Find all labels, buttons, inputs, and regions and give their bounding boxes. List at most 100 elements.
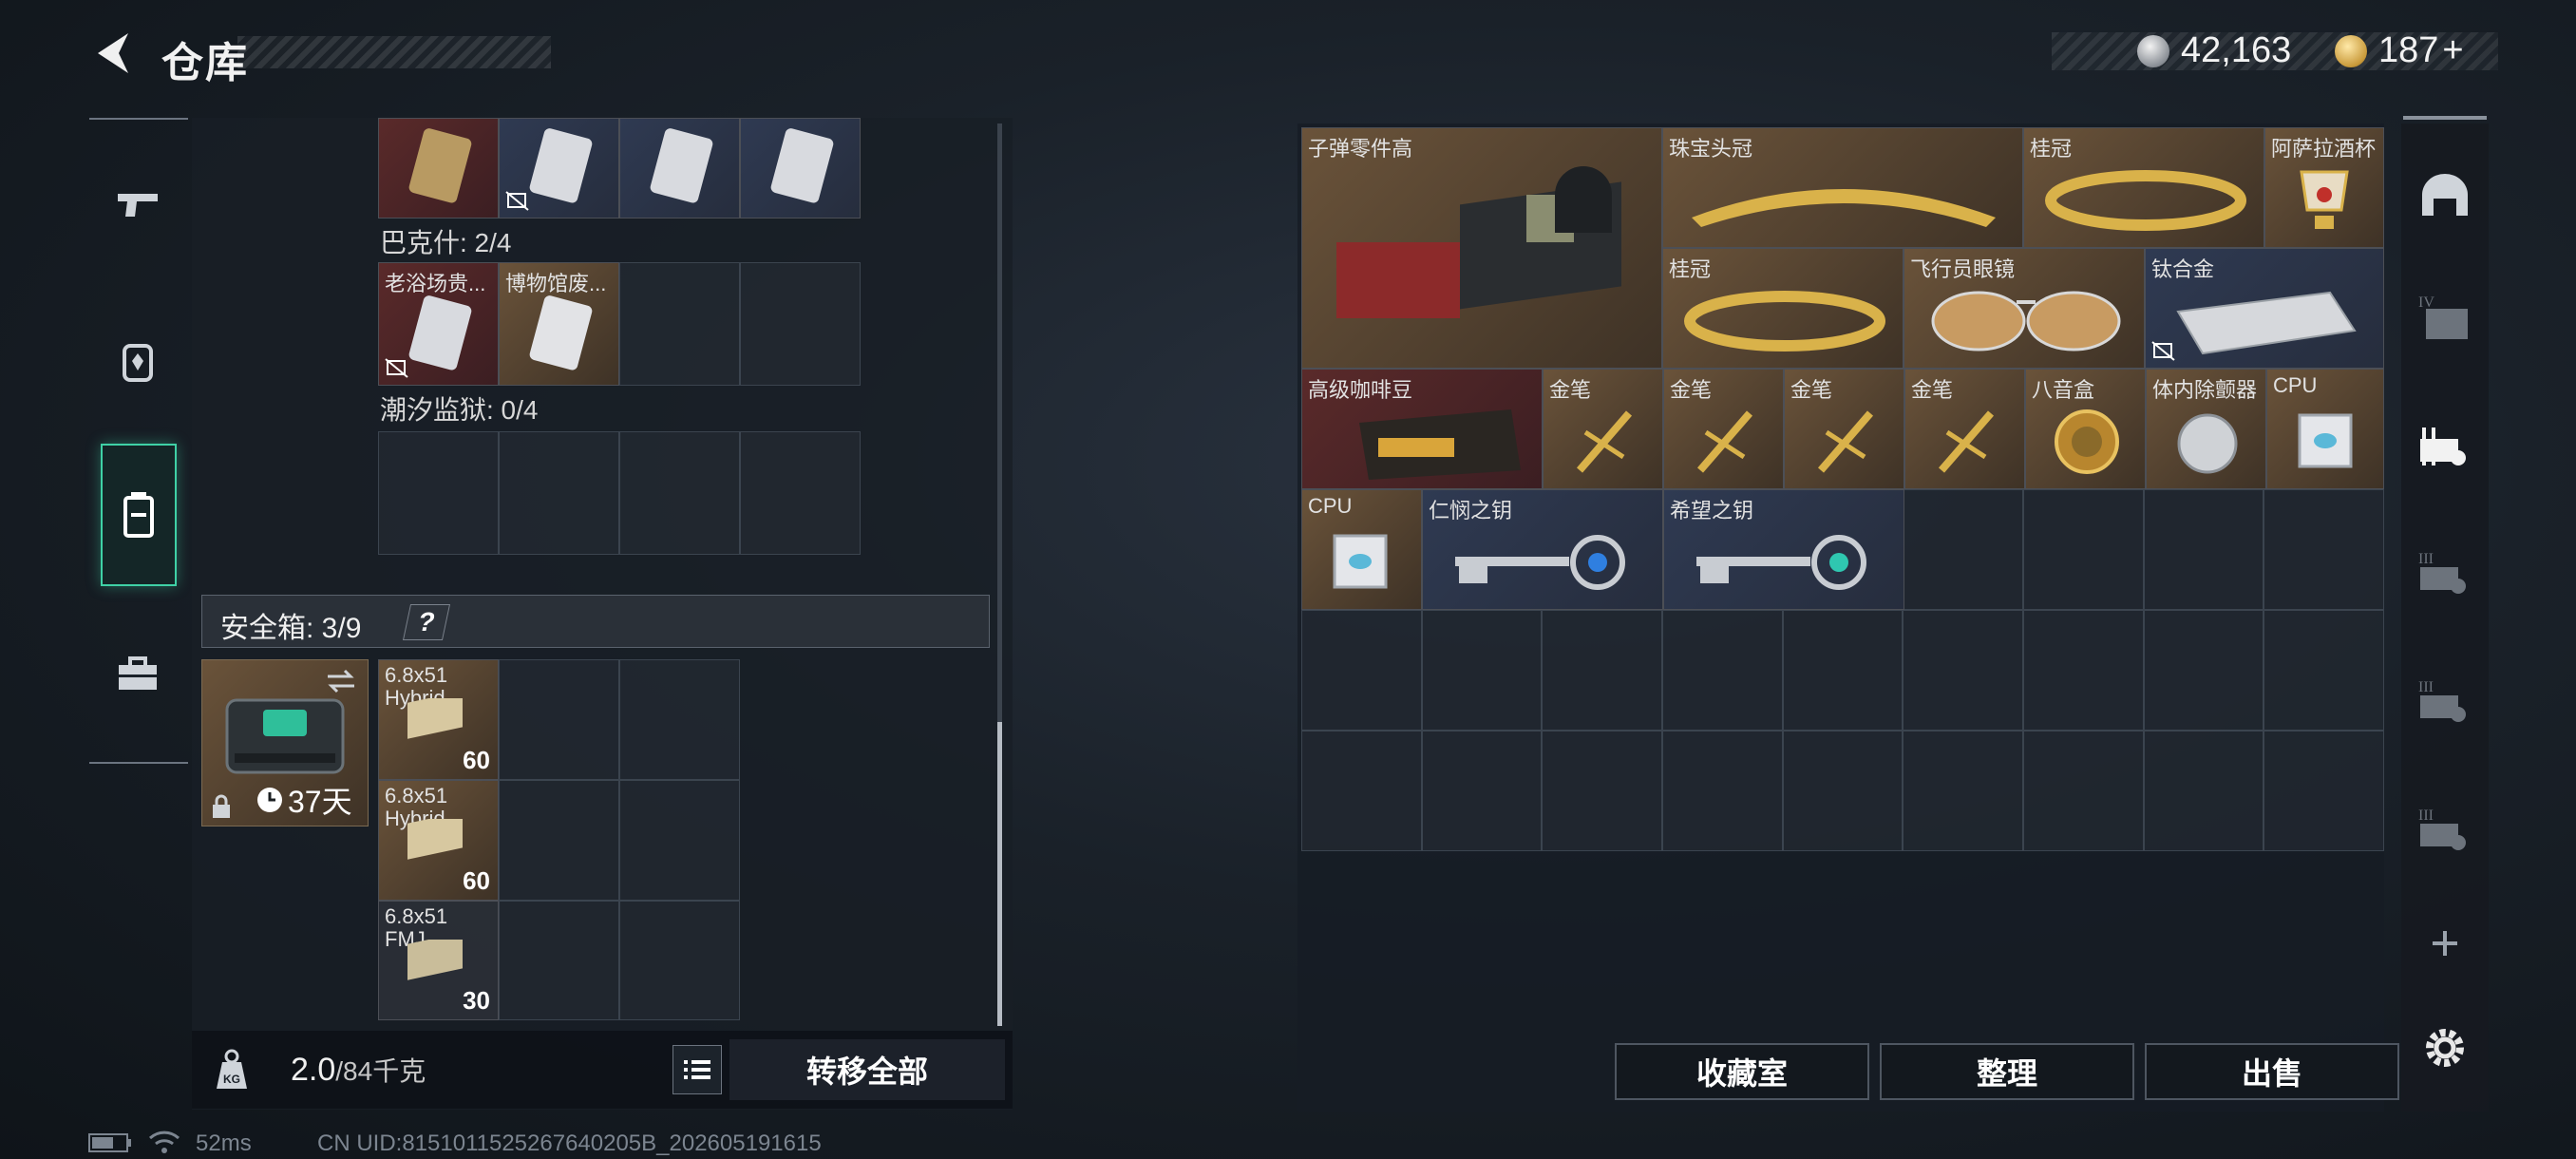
item-count: 60 [463,866,490,895]
collection-item[interactable] [378,118,499,218]
collection-item[interactable] [499,118,619,218]
empty-slot[interactable] [499,431,619,555]
stash-item[interactable]: 体内除颤器 [2146,369,2266,489]
inventory-scroll-thumb[interactable] [997,722,1002,1026]
stash-tab-helmet[interactable] [2403,142,2487,247]
empty-slot[interactable] [499,901,619,1020]
gold-coin-icon [2335,34,2367,67]
laurel-wreath-icon [1684,291,1885,352]
nav-tab-toolbox[interactable] [95,627,180,722]
nav-divider-bottom [89,762,188,764]
svg-text:KG: KG [223,1073,240,1086]
empty-slot[interactable] [619,901,740,1020]
safe-box-item[interactable]: 6.8x51 Hybrid 60 [378,659,499,780]
stash-tab-iv[interactable]: IV [2403,266,2487,370]
list-view-button[interactable] [672,1045,722,1094]
stash-item[interactable]: 金笔 [1904,369,2025,489]
svg-text:III: III [2418,551,2434,567]
safe-box-grid: 6.8x51 Hybrid 60 6.8x51 Hybrid 60 6.8x51… [378,659,741,1020]
collection-item[interactable]: 老浴场贵... [378,262,499,386]
nav-tab-vest[interactable] [101,444,177,586]
currency-primary-amount: 42,163 [2181,30,2292,70]
weight-icon: KG [217,1049,247,1089]
ammo-box-icon [407,940,463,980]
stash-item[interactable]: 子弹零件高 [1301,127,1662,369]
swap-icon[interactable] [324,668,358,694]
safe-box-item[interactable]: 6.8x51 FMJ 30 [378,901,499,1020]
stash-tab-rack-active[interactable] [2403,394,2487,499]
sell-button[interactable]: 出售 [2145,1043,2399,1100]
empty-slot[interactable] [619,431,740,555]
untradeable-icon [505,191,529,211]
stash-item[interactable]: 八音盒 [2025,369,2146,489]
item-name: 体内除颤器 [2152,378,2258,402]
add-currency-button[interactable]: + [2442,30,2463,71]
laurel-wreath-icon [2045,170,2246,231]
silver-coin-icon [2137,34,2169,67]
stash-item[interactable]: 桂冠 [1662,248,1904,369]
safe-box-duration: 37天 [288,785,352,819]
stash-item[interactable]: CPU [2266,369,2384,489]
empty-slot[interactable] [619,262,740,386]
item-name: 金笔 [1790,378,1833,402]
weight-readout: 2.0/84千克 [291,1051,426,1089]
empty-slot[interactable] [740,431,861,555]
back-button[interactable] [87,27,137,80]
toolbox-icon [119,656,157,690]
stash-tab-rack-3[interactable]: III [2403,651,2487,755]
document-icon [408,128,472,203]
nav-tab-weapons[interactable] [95,156,180,251]
item-count: 30 [463,986,490,1015]
empty-slot[interactable] [499,780,619,901]
gold-pen-icon [1817,410,1874,473]
document-icon [650,128,713,203]
jeweled-tiara-icon [1692,189,1996,227]
rack-icon: III [2418,679,2466,722]
item-name: 八音盒 [2032,378,2095,402]
lock-icon [213,794,230,818]
stash-item[interactable]: 桂冠 [2023,127,2264,248]
collection-item[interactable] [619,118,740,218]
transfer-all-button[interactable]: 转移全部 [729,1039,1005,1100]
stash-item[interactable]: CPU [1301,489,1422,610]
safe-box-case[interactable]: 37天 [201,659,369,826]
document-icon [770,128,834,203]
empty-slot[interactable] [740,262,861,386]
stash-item[interactable]: 珠宝头冠 [1662,127,2023,248]
add-stash-tab-button[interactable] [2403,910,2487,977]
safe-box-item[interactable]: 6.8x51 Hybrid 60 [378,780,499,901]
item-name: 希望之钥 [1670,499,1754,522]
collection-room-button[interactable]: 收藏室 [1615,1043,1869,1100]
stash-item[interactable]: 仁悯之钥 [1422,489,1663,610]
item-name: 钛合金 [2151,257,2215,281]
help-button[interactable]: ? [402,604,451,640]
item-name: 高级咖啡豆 [1308,378,1413,402]
stash-item[interactable]: 钛合金 [2145,248,2384,369]
collection-label-bakesh: 巴克什: 2/4 [380,228,512,257]
stash-item[interactable]: 阿萨拉酒杯 [2264,127,2384,248]
stash-tab-rack-4[interactable]: III [2403,779,2487,884]
empty-slot[interactable] [499,659,619,780]
organize-button[interactable]: 整理 [1880,1043,2134,1100]
stash-item[interactable]: 希望之钥 [1663,489,1904,610]
settings-button[interactable] [2403,998,2487,1098]
collection-item[interactable] [740,118,861,218]
stash-item[interactable]: 飞行员眼镜 [1904,248,2145,369]
item-name: 桂冠 [1669,257,1712,281]
empty-slot[interactable] [619,659,740,780]
collection-item[interactable]: 博物馆废... [499,262,619,386]
nav-tab-backpack[interactable] [95,314,180,408]
empty-slot[interactable] [619,780,740,901]
item-name: CPU [2273,373,2318,397]
stash-item[interactable]: 金笔 [1543,369,1663,489]
rack-icon: III [2418,551,2466,594]
item-name: CPU [1308,494,1353,518]
empty-slot[interactable] [378,431,499,555]
stash-item[interactable]: 金笔 [1784,369,1904,489]
item-name: 桂冠 [2030,137,2073,161]
stash-tab-rack-2[interactable]: III [2403,522,2487,627]
stash-item[interactable]: 高级咖啡豆 [1301,369,1543,489]
back-arrow-icon [98,33,128,73]
currency-premium[interactable]: 187 + [2335,30,2464,71]
stash-item[interactable]: 金笔 [1663,369,1784,489]
